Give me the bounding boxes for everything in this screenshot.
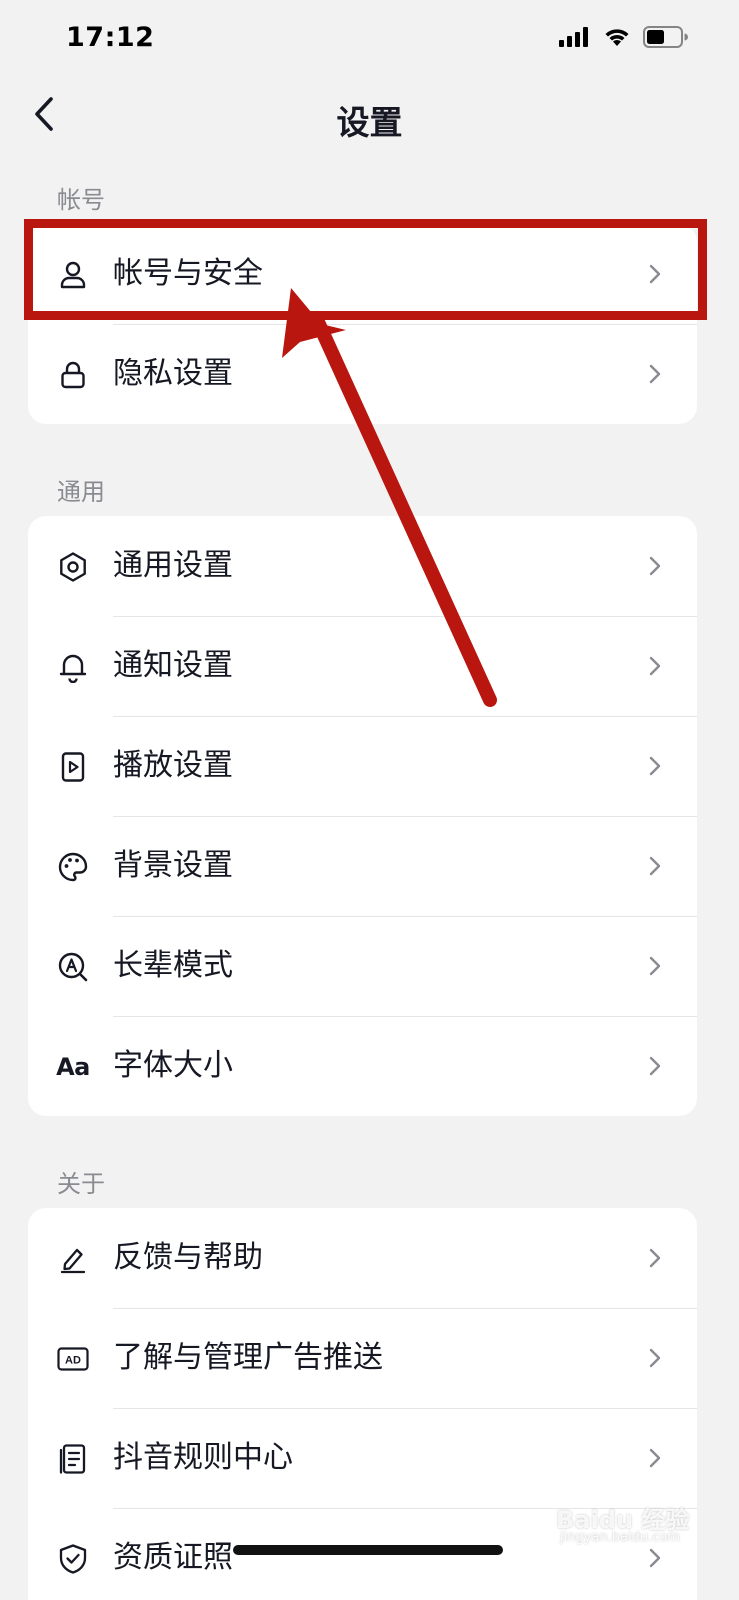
settings-screen: 17:12 设置 帐号 帐号与安全 隐私设置 通用 通用设置 通知设置 播放设置… <box>0 0 739 1600</box>
annotation-arrow <box>282 288 497 707</box>
watermark-url: jingyan.baidu.com <box>560 1530 680 1545</box>
home-indicator[interactable] <box>233 1545 503 1555</box>
